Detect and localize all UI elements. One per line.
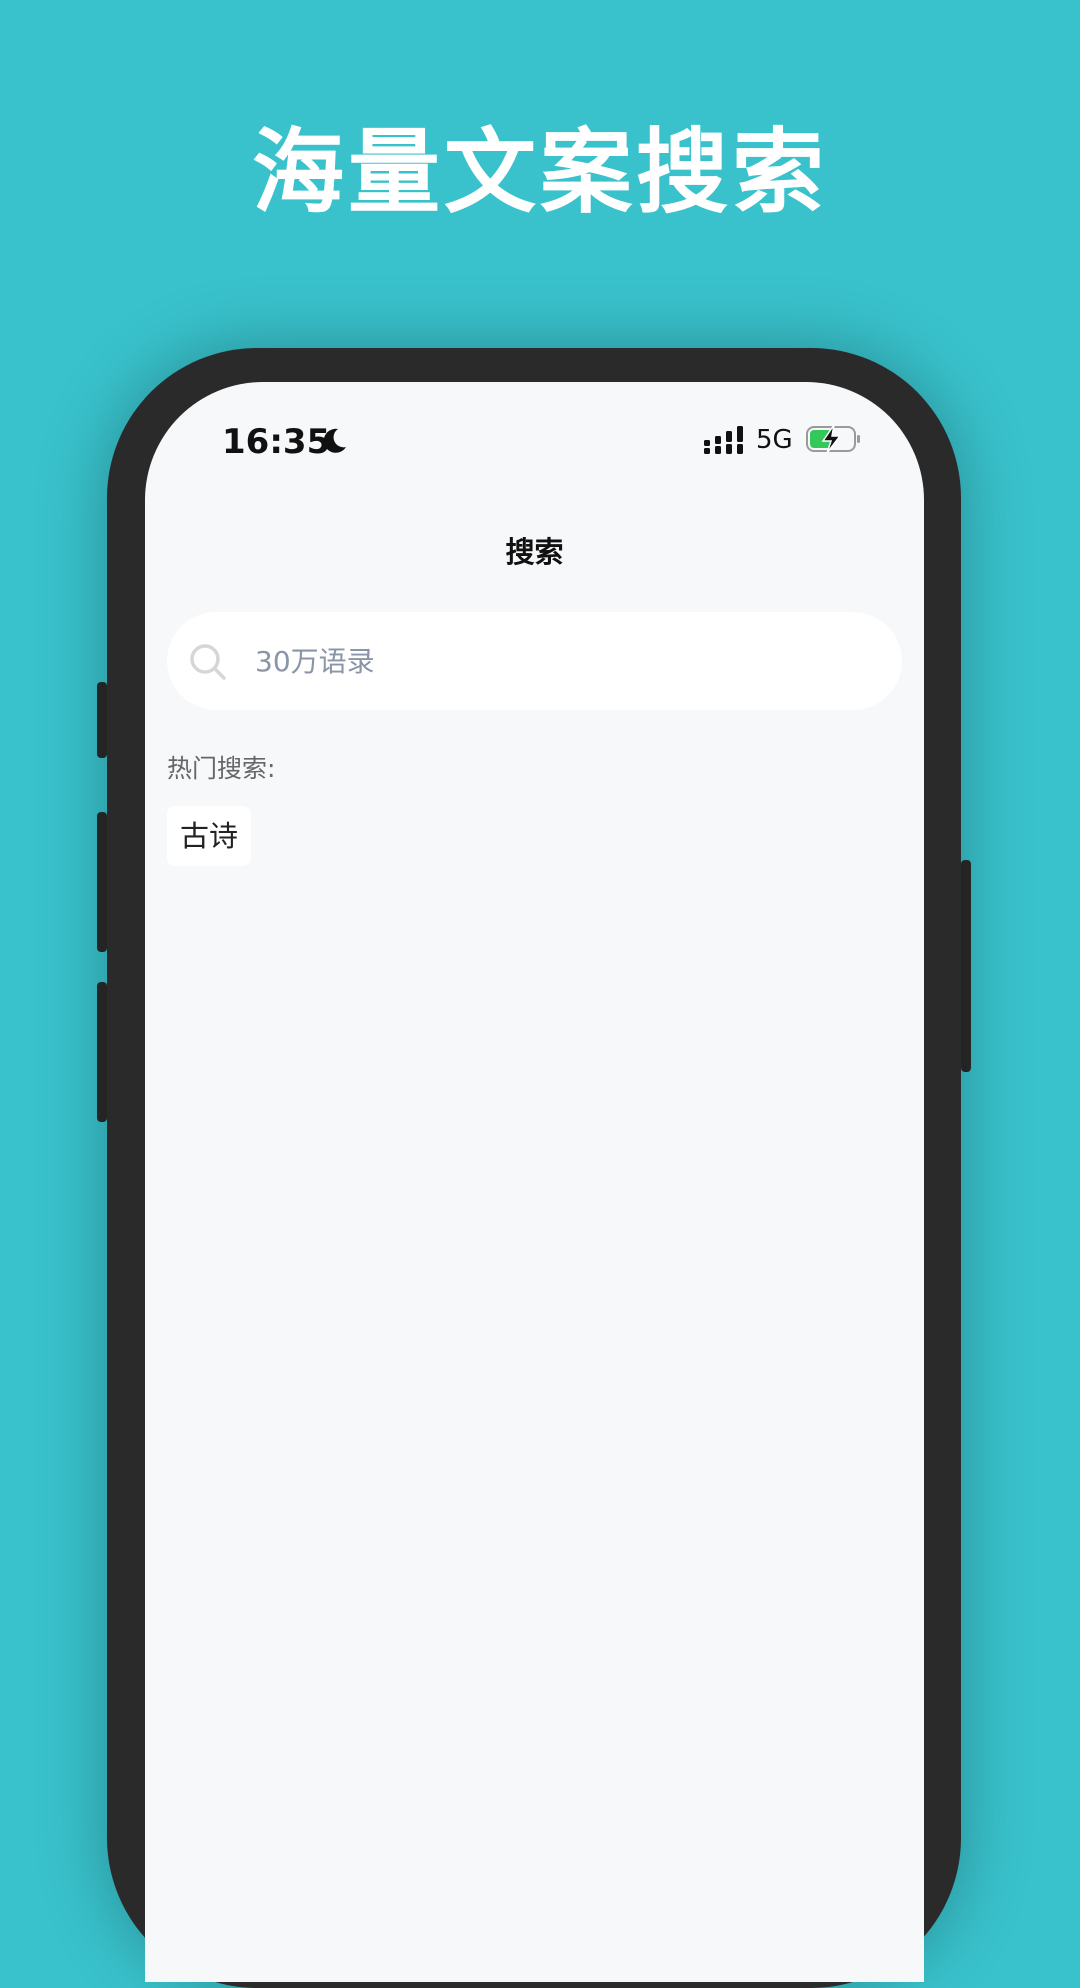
phone-volume-down-button bbox=[97, 982, 107, 1122]
status-bar: 16:35 5G bbox=[145, 382, 924, 492]
phone-volume-up-button bbox=[97, 812, 107, 952]
phone-power-button bbox=[961, 860, 971, 1072]
network-type-label: 5G bbox=[756, 425, 793, 455]
phone-screen: 16:35 5G 搜索 热门搜索: 古诗 bbox=[145, 382, 924, 1982]
moon-icon bbox=[323, 428, 346, 453]
battery-charging-icon bbox=[806, 424, 860, 454]
signal-bars-icon bbox=[704, 426, 743, 454]
promo-headline: 海量文案搜索 bbox=[251, 119, 828, 226]
search-input[interactable] bbox=[255, 636, 855, 686]
status-time: 16:35 bbox=[222, 422, 331, 462]
search-icon bbox=[190, 644, 226, 680]
hot-search-tag[interactable]: 古诗 bbox=[167, 806, 252, 866]
search-bar[interactable] bbox=[167, 612, 902, 710]
phone-mute-switch bbox=[97, 682, 107, 758]
hot-search-label: 热门搜索: bbox=[167, 754, 276, 783]
page-title: 搜索 bbox=[505, 535, 564, 569]
